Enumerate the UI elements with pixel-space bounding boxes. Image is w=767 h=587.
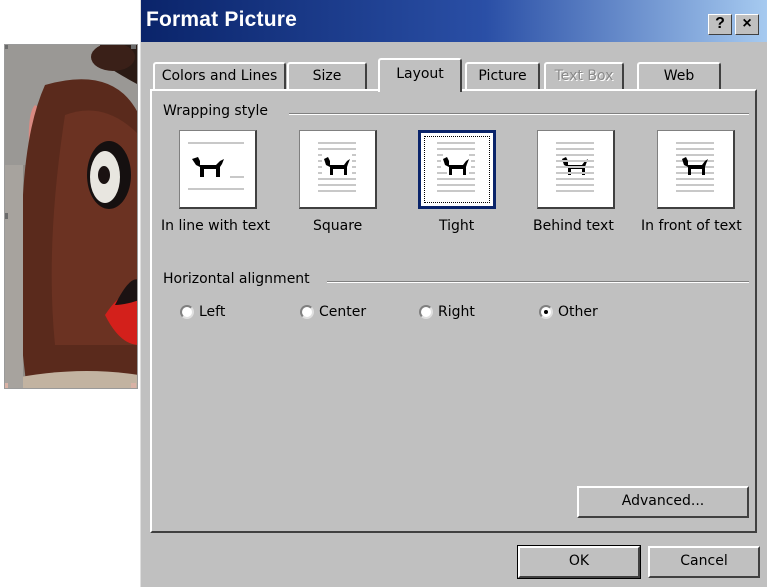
ok-button[interactable]: OK [517,545,641,579]
selected-picture[interactable] [4,44,138,389]
wrap-behind-text-label: Behind text [533,218,614,234]
wrap-tight-button[interactable] [418,130,496,209]
wrapping-style-label: Wrapping style [163,103,274,119]
group-divider [327,281,749,283]
resize-handle[interactable] [5,213,8,219]
wrap-in-front-label: In front of text [641,218,742,234]
radio-left-label[interactable]: Left [199,304,225,320]
radio-center-label[interactable]: Center [319,304,366,320]
resize-handle[interactable] [5,383,8,388]
advanced-button[interactable]: Advanced... [577,486,749,518]
tab-web[interactable]: Web [637,62,721,90]
tab-text-box: Text Box [544,62,624,90]
wrap-tight-label: Tight [439,218,475,234]
radio-other-label[interactable]: Other [558,304,598,320]
tab-picture[interactable]: Picture [465,62,540,90]
cancel-button[interactable]: Cancel [648,546,760,578]
tab-layout[interactable]: Layout [378,58,462,92]
dialog-title: Format Picture [146,8,297,31]
in-line-with-text-icon [188,142,244,190]
resize-handle[interactable] [5,45,8,49]
radio-right[interactable] [419,305,433,319]
close-button[interactable]: × [735,14,759,35]
wrap-square-label: Square [313,218,363,234]
radio-other[interactable] [539,305,553,319]
radio-left[interactable] [180,305,194,319]
in-front-of-text-icon [676,142,714,192]
square-wrap-icon [318,142,356,192]
wrap-in-line-button[interactable] [179,130,257,209]
wrap-behind-text-button[interactable] [537,130,615,209]
behind-text-icon [556,142,594,192]
radio-right-label[interactable]: Right [438,304,475,320]
resize-handle[interactable] [131,45,136,49]
tab-size[interactable]: Size [287,62,367,90]
tab-strip: Colors and Lines Size Layout Picture Tex… [153,58,753,92]
resize-handle[interactable] [131,383,136,388]
wrap-square-button[interactable] [299,130,377,209]
wrap-in-front-button[interactable] [657,130,735,209]
help-button[interactable]: ? [708,14,732,35]
horizontal-alignment-label: Horizontal alignment [163,271,316,287]
group-divider [289,113,749,115]
format-picture-dialog: Format Picture ? × Colors and Lines Size… [140,0,767,587]
radio-center[interactable] [300,305,314,319]
wrap-in-line-label: In line with text [161,218,270,234]
tight-wrap-icon [437,142,475,192]
tab-colors-and-lines[interactable]: Colors and Lines [153,62,286,90]
title-bar[interactable]: Format Picture ? × [141,0,767,42]
